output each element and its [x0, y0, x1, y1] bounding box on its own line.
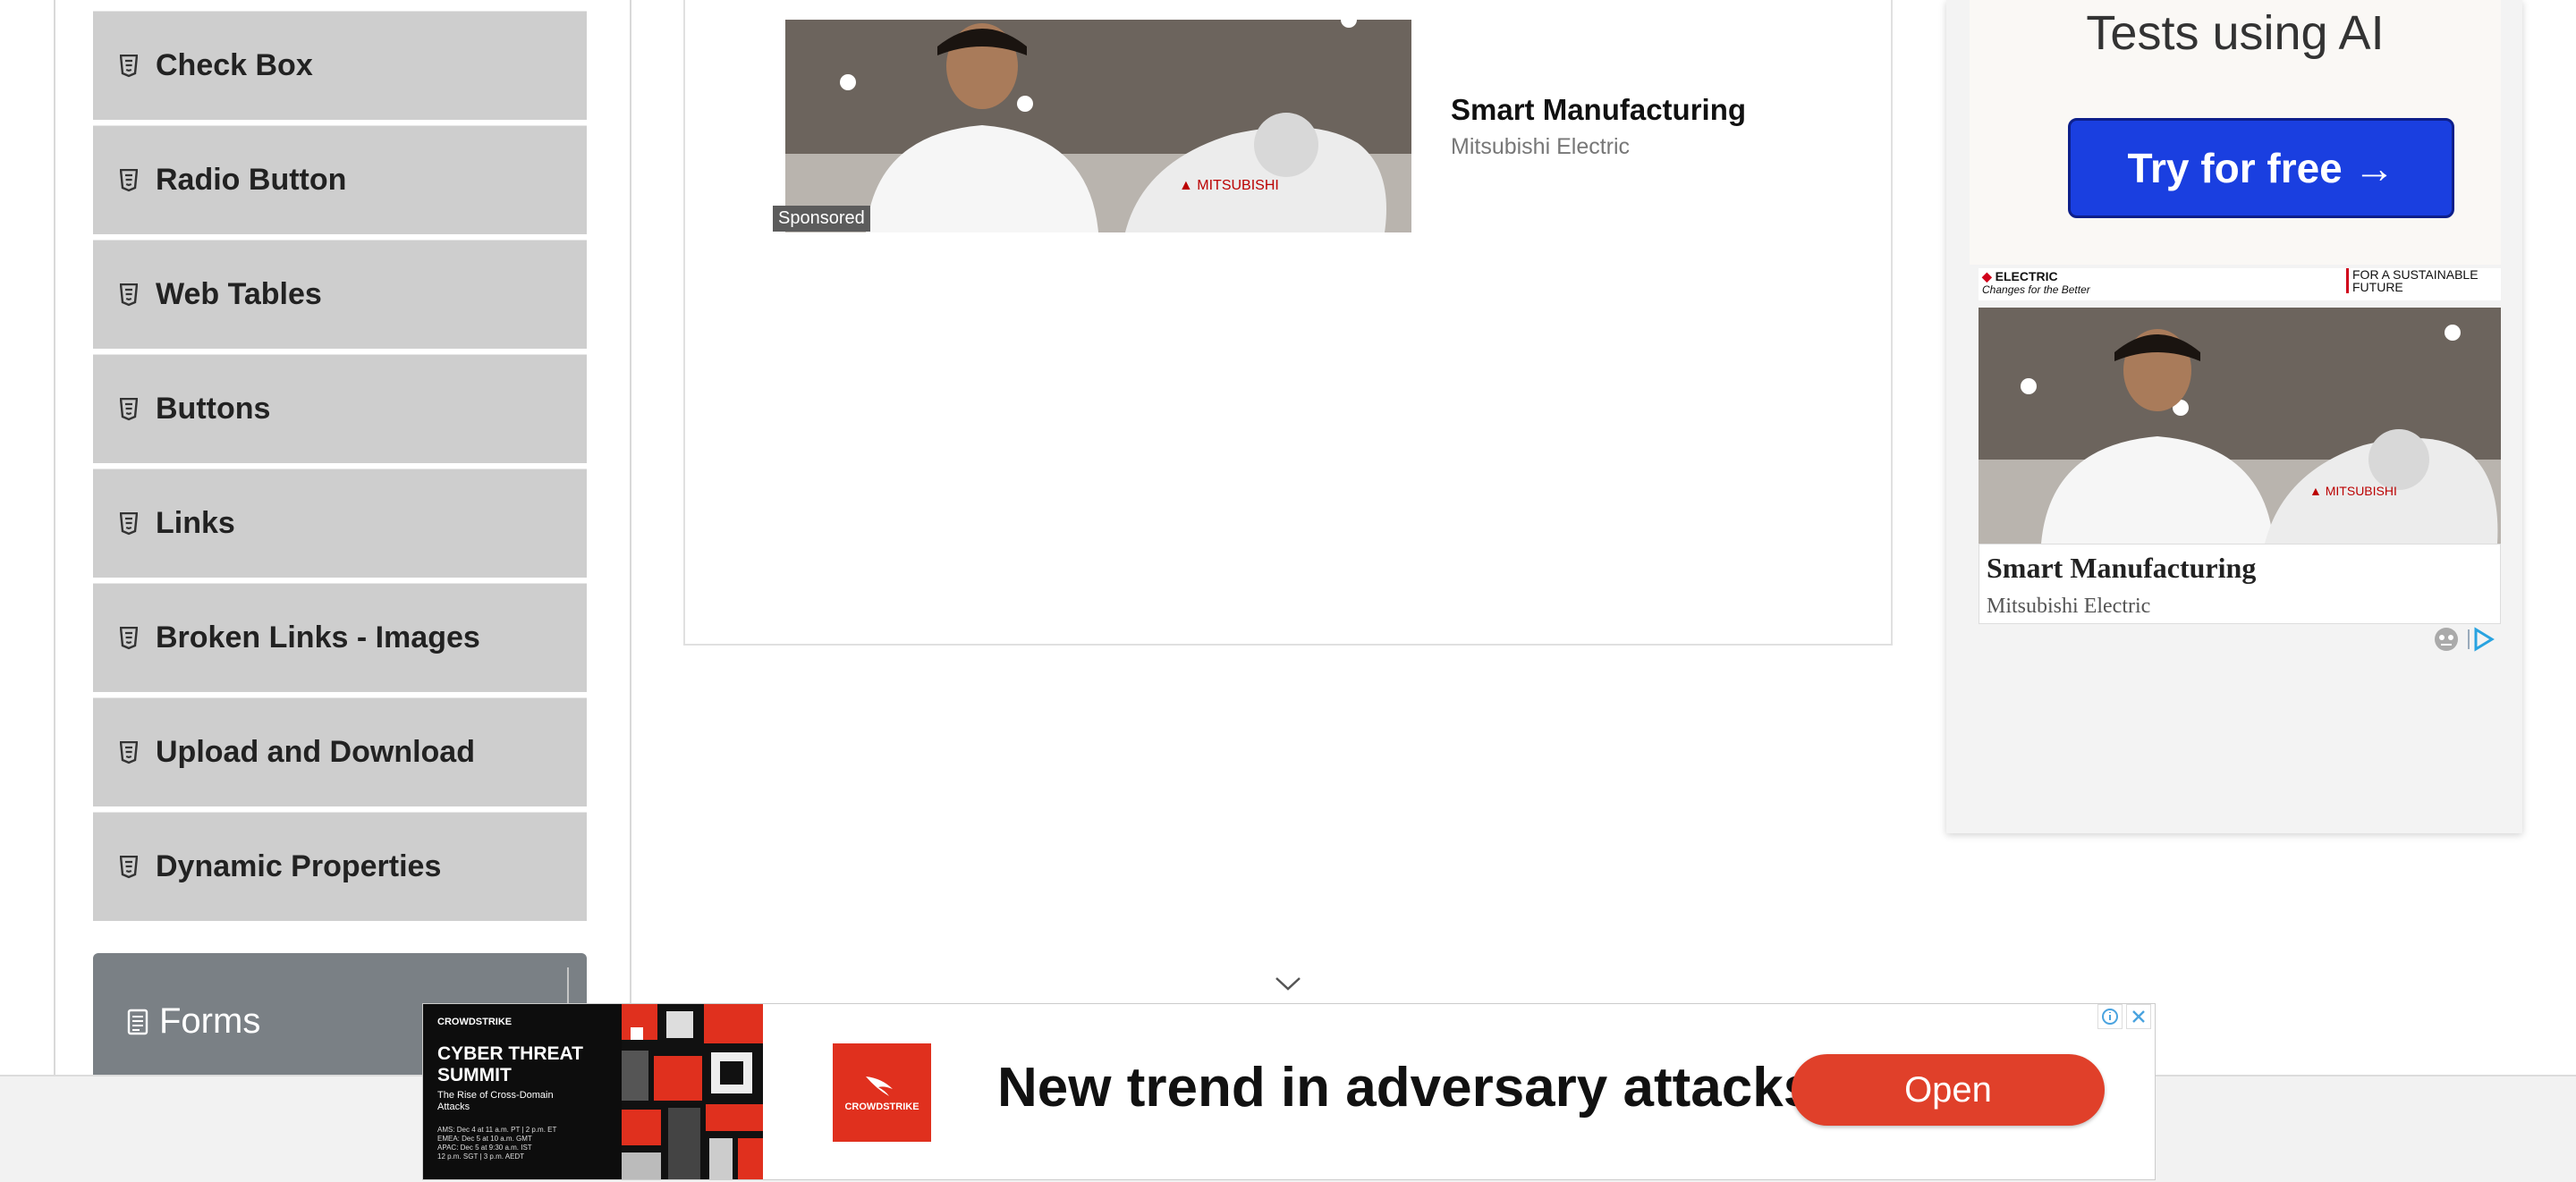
- menu-item-label: Check Box: [156, 48, 313, 82]
- ad-advertiser: Mitsubishi Electric: [1451, 134, 1631, 159]
- falcon-icon: [866, 1076, 893, 1096]
- ad-caption[interactable]: Smart Manufacturing Mitsubishi Electric: [1979, 544, 2501, 624]
- ad-headline[interactable]: New trend in adversary attacks: [997, 1056, 1814, 1119]
- feedback-icon[interactable]: [2433, 626, 2460, 653]
- event-dates: AMS: Dec 4 at 11 a.m. PT | 2 p.m. ET EME…: [437, 1126, 557, 1161]
- open-button[interactable]: Open: [1792, 1054, 2105, 1126]
- ad-headline: Tests using AI: [2086, 6, 2385, 60]
- event-title: CYBER THREAT SUMMIT: [437, 1043, 583, 1085]
- ad-image[interactable]: ▲ MITSUBISHI: [785, 20, 1411, 232]
- menu-item-radio-button[interactable]: Radio Button: [93, 125, 587, 234]
- diamond-logo-icon: ◆: [1982, 269, 1992, 283]
- svg-text:▲ MITSUBISHI: ▲ MITSUBISHI: [2309, 484, 2397, 498]
- ad-choices[interactable]: [2433, 626, 2496, 653]
- ad-advertiser: Mitsubishi Electric: [1987, 595, 2151, 618]
- menu-item-broken-links[interactable]: Broken Links - Images: [93, 583, 587, 692]
- menu-item-label: Dynamic Properties: [156, 849, 442, 883]
- html5-icon: [120, 54, 140, 79]
- event-subtitle: The Rise of Cross-Domain Attacks: [437, 1090, 554, 1112]
- brand-logo: ◆ ELECTRIC Changes for the Better: [1982, 269, 2090, 296]
- menu-item-dynamic-properties[interactable]: Dynamic Properties: [93, 812, 587, 921]
- menu-item-label: Broken Links - Images: [156, 621, 480, 654]
- brand-label: CROWDSTRIKE: [437, 1017, 513, 1027]
- menu-item-upload-download[interactable]: Upload and Download: [93, 697, 587, 806]
- crowdstrike-logo[interactable]: CROWDSTRIKE: [833, 1043, 931, 1142]
- ad-image[interactable]: ▲ MITSUBISHI: [1979, 308, 2501, 544]
- chevron-down-icon[interactable]: [1274, 975, 1302, 997]
- forms-text: Forms: [159, 1001, 261, 1041]
- html5-icon: [120, 626, 140, 651]
- ad-title: Smart Manufacturing: [1987, 552, 2257, 584]
- html5-icon: [120, 397, 140, 422]
- html5-icon: [120, 168, 140, 193]
- bottom-anchor-ad[interactable]: CROWDSTRIKE CYBER THREAT SUMMIT The Rise…: [422, 1003, 2156, 1180]
- menu-item-label: Radio Button: [156, 163, 347, 197]
- info-icon[interactable]: [2097, 1004, 2123, 1029]
- document-icon: [127, 1009, 148, 1035]
- menu-item-label: Buttons: [156, 392, 271, 426]
- sponsored-label: Sponsored: [773, 206, 870, 232]
- ai-test-ad[interactable]: Tests using AI Try for free →: [1970, 0, 2501, 265]
- menu-item-links[interactable]: Links: [93, 469, 587, 578]
- html5-icon: [120, 283, 140, 308]
- right-ad-panel[interactable]: Tests using AI Try for free → ◆ ELECTRIC…: [1946, 0, 2522, 833]
- pattern-artwork: [622, 1004, 763, 1179]
- menu-item-label: Upload and Download: [156, 735, 475, 769]
- html5-icon: [120, 740, 140, 765]
- event-banner[interactable]: CROWDSTRIKE CYBER THREAT SUMMIT The Rise…: [423, 1004, 763, 1179]
- menu-item-label: Web Tables: [156, 277, 322, 311]
- ad-controls: [2097, 1004, 2151, 1029]
- menu-item-check-box[interactable]: Check Box: [93, 11, 587, 120]
- html5-icon: [120, 855, 140, 880]
- svg-text:▲ MITSUBISHI: ▲ MITSUBISHI: [1179, 178, 1279, 193]
- html5-icon: [120, 511, 140, 536]
- close-icon[interactable]: [2126, 1004, 2151, 1029]
- try-for-free-button[interactable]: Try for free →: [2068, 118, 2454, 218]
- menu-item-label: Links: [156, 506, 235, 540]
- forms-group-label: Forms: [127, 1001, 260, 1042]
- ad-title[interactable]: Smart Manufacturing: [1451, 93, 1746, 127]
- brand-strip: ◆ ELECTRIC Changes for the Better FOR A …: [1979, 268, 2501, 300]
- menu-item-buttons[interactable]: Buttons: [93, 354, 587, 463]
- brand-slogan: FOR A SUSTAINABLE FUTURE: [2346, 268, 2496, 293]
- menu-item-web-tables[interactable]: Web Tables: [93, 240, 587, 349]
- adchoices-icon[interactable]: [2465, 626, 2496, 653]
